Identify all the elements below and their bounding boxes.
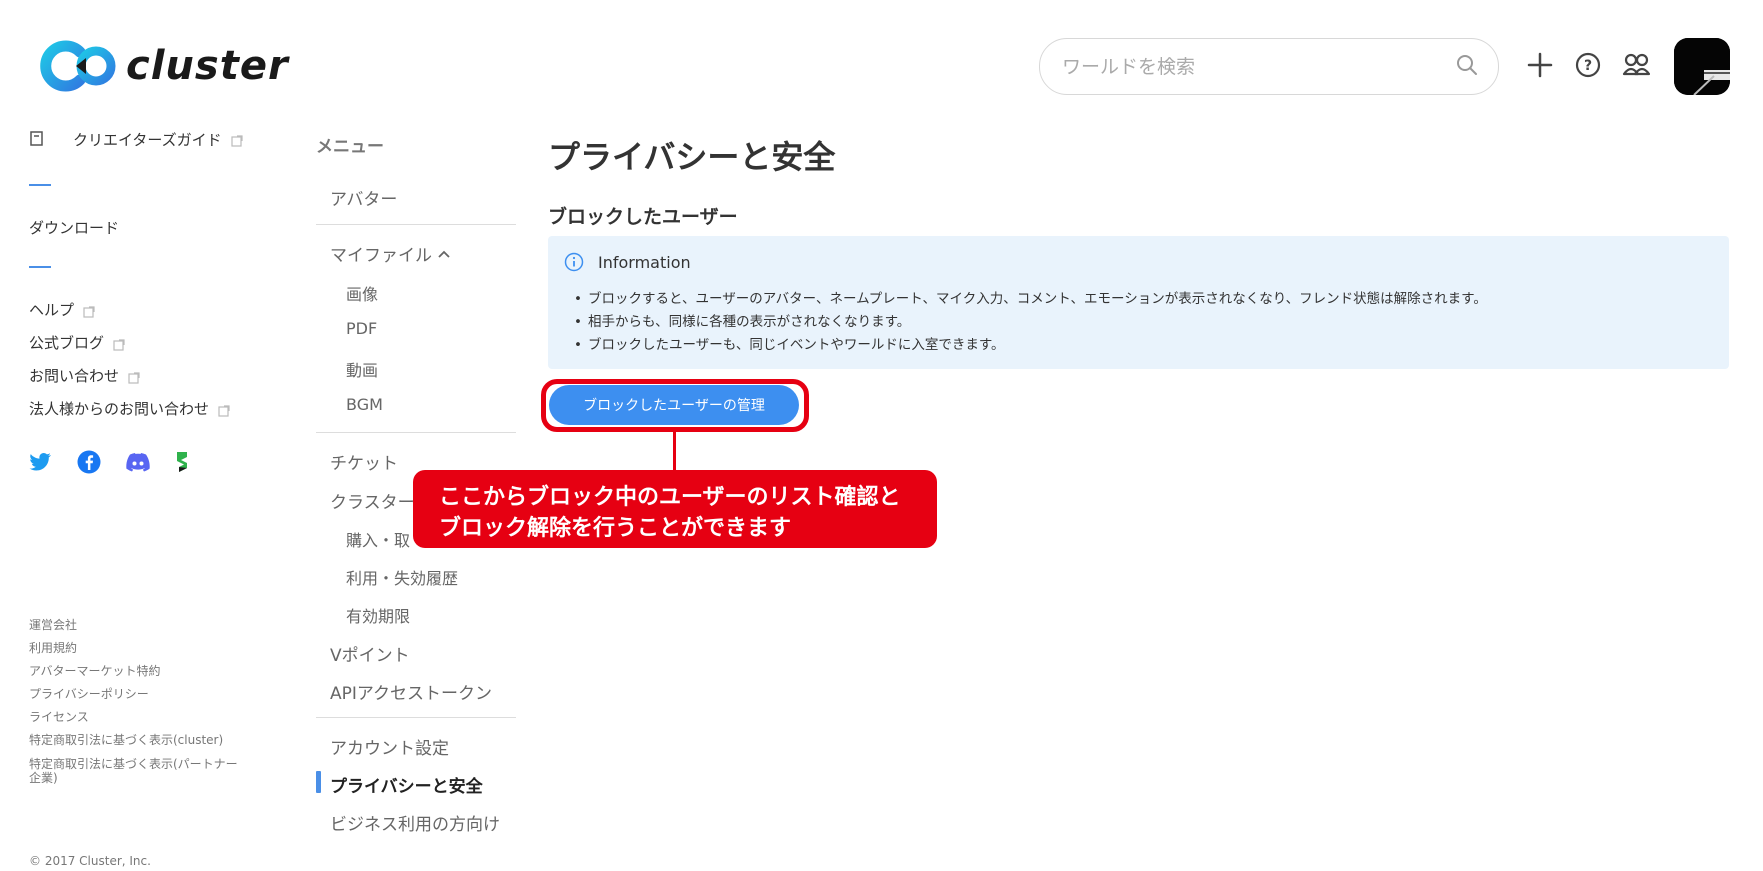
information-list: ブロックすると、ユーザーのアバター、ネームプレート、マイク入力、コメント、エモー… bbox=[574, 288, 1487, 357]
footer-link-avatar-market[interactable]: アバターマーケット特約 bbox=[29, 664, 161, 678]
menu-item-api-token[interactable]: APIアクセストークン bbox=[330, 679, 492, 704]
plus-icon[interactable] bbox=[1523, 48, 1557, 82]
menu-subitem-usage-history[interactable]: 利用・失効履歴 bbox=[346, 565, 458, 589]
help-link[interactable]: ヘルプ bbox=[29, 299, 95, 320]
information-item: 相手からも、同様に各種の表示がされなくなります。 bbox=[574, 311, 1487, 334]
active-indicator bbox=[316, 771, 321, 793]
friends-icon[interactable] bbox=[1619, 48, 1653, 82]
facebook-icon[interactable] bbox=[77, 450, 101, 474]
menu-subitem-video[interactable]: 動画 bbox=[346, 357, 378, 381]
external-link-icon bbox=[83, 304, 95, 318]
annotation-callout: ここからブロック中のユーザーのリスト確認と ブロック解除を行うことができます bbox=[413, 470, 937, 548]
menu-divider bbox=[316, 717, 516, 718]
page-title: プライバシーと安全 bbox=[548, 138, 836, 176]
menu-item-business[interactable]: ビジネス利用の方向け bbox=[330, 810, 500, 835]
manage-blocked-users-button[interactable]: ブロックしたユーザーの管理 bbox=[549, 385, 799, 425]
menu-item-avatar[interactable]: アバター bbox=[330, 185, 397, 210]
help-icon[interactable]: ? bbox=[1571, 48, 1605, 82]
menu-subitem-pdf[interactable]: PDF bbox=[346, 319, 377, 338]
information-item: ブロックすると、ユーザーのアバター、ネームプレート、マイク入力、コメント、エモー… bbox=[574, 288, 1487, 311]
menu-item-vpoint[interactable]: Vポイント bbox=[330, 641, 410, 666]
download-link[interactable]: ダウンロード bbox=[29, 217, 119, 238]
footer-link-license[interactable]: ライセンス bbox=[29, 710, 89, 724]
store-icon[interactable] bbox=[173, 450, 197, 474]
menu-item-my-files-label: マイファイル bbox=[330, 246, 432, 266]
menu-subitem-images[interactable]: 画像 bbox=[346, 281, 378, 305]
logo-text: cluster bbox=[126, 43, 289, 89]
blog-link[interactable]: 公式ブログ bbox=[29, 332, 125, 353]
menu-divider bbox=[316, 432, 516, 433]
footer-link-privacy[interactable]: プライバシーポリシー bbox=[29, 687, 149, 701]
search-icon[interactable] bbox=[1456, 54, 1478, 80]
divider bbox=[29, 266, 51, 268]
menu-divider bbox=[316, 224, 516, 225]
contact-label: お問い合わせ bbox=[29, 367, 120, 385]
menu-item-ticket[interactable]: チケット bbox=[330, 449, 398, 474]
information-box: Information ブロックすると、ユーザーのアバター、ネームプレート、マイ… bbox=[548, 236, 1729, 369]
world-search-input[interactable] bbox=[1062, 55, 1456, 78]
footer-link-terms[interactable]: 利用規約 bbox=[29, 641, 77, 655]
cluster-logo-icon bbox=[40, 40, 118, 92]
information-title: Information bbox=[598, 252, 691, 272]
creator-guide-label: クリエイターズガイド bbox=[73, 130, 222, 149]
menu-heading: メニュー bbox=[316, 137, 384, 157]
corporate-contact-label: 法人様からのお問い合わせ bbox=[29, 400, 210, 418]
menu-item-privacy-safety[interactable]: プライバシーと安全 bbox=[330, 772, 483, 797]
menu-item-cluster-item[interactable]: クラスター bbox=[330, 488, 415, 513]
creator-guide-link[interactable]: クリエイターズガイド bbox=[29, 128, 243, 150]
menu-item-my-files[interactable]: マイファイル bbox=[330, 241, 450, 266]
information-header: Information bbox=[564, 252, 691, 272]
menu-subitem-expiry[interactable]: 有効期限 bbox=[346, 603, 410, 627]
menu-subitem-purchase[interactable]: 購入・取 bbox=[346, 527, 410, 551]
download-label: ダウンロード bbox=[29, 219, 120, 237]
book-icon bbox=[29, 128, 49, 150]
discord-icon[interactable] bbox=[125, 450, 150, 474]
footer-link-commerce-partner[interactable]: 特定商取引法に基づく表示(パートナー企業) bbox=[29, 757, 244, 785]
contact-link[interactable]: お問い合わせ bbox=[29, 365, 140, 386]
section-title: ブロックしたユーザー bbox=[548, 206, 738, 228]
footer-link-commerce-cluster[interactable]: 特定商取引法に基づく表示(cluster) bbox=[29, 733, 223, 747]
menu-item-account-settings[interactable]: アカウント設定 bbox=[330, 734, 449, 759]
copyright: © 2017 Cluster, Inc. bbox=[29, 854, 151, 868]
external-link-icon bbox=[231, 133, 243, 147]
svg-text:?: ? bbox=[1584, 58, 1592, 74]
corporate-contact-link[interactable]: 法人様からのお問い合わせ bbox=[29, 398, 230, 419]
chevron-up-icon bbox=[438, 244, 450, 264]
twitter-icon[interactable] bbox=[29, 450, 53, 474]
divider bbox=[29, 184, 51, 186]
information-item: ブロックしたユーザーも、同じイベントやワールドに入室できます。 bbox=[574, 334, 1487, 357]
user-avatar[interactable] bbox=[1674, 38, 1730, 95]
menu-subitem-bgm[interactable]: BGM bbox=[346, 395, 383, 414]
cluster-logo[interactable]: cluster bbox=[40, 40, 289, 92]
help-label: ヘルプ bbox=[29, 301, 75, 319]
external-link-icon bbox=[113, 337, 125, 351]
blog-label: 公式ブログ bbox=[29, 334, 105, 352]
external-link-icon bbox=[128, 370, 140, 384]
footer-link-company[interactable]: 運営会社 bbox=[29, 618, 77, 632]
external-link-icon bbox=[218, 403, 230, 417]
world-search-box[interactable] bbox=[1039, 38, 1499, 95]
info-icon bbox=[564, 252, 584, 272]
annotation-connector bbox=[673, 432, 676, 470]
